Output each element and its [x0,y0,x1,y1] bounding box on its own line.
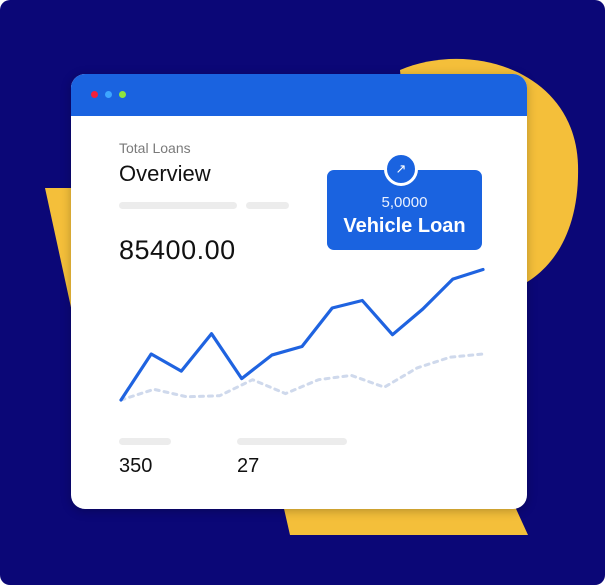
dashboard-window: Total Loans Overview 85400.00 350 27 5,0… [71,74,527,509]
primary-series-line [119,267,485,402]
badge-amount: 5,0000 [381,194,428,211]
placeholder-bar [119,438,171,445]
yellow-left-triangle [45,188,72,312]
stat-value: 27 [237,455,260,477]
secondary-series-line [119,352,485,402]
badge-label: Vehicle Loan [343,215,466,237]
illustration-canvas: Total Loans Overview 85400.00 350 27 5,0… [0,0,605,585]
placeholder-bar [237,438,347,445]
stat-value: 350 [119,455,153,477]
arrow-up-right-icon[interactable]: ↗ [384,152,418,186]
